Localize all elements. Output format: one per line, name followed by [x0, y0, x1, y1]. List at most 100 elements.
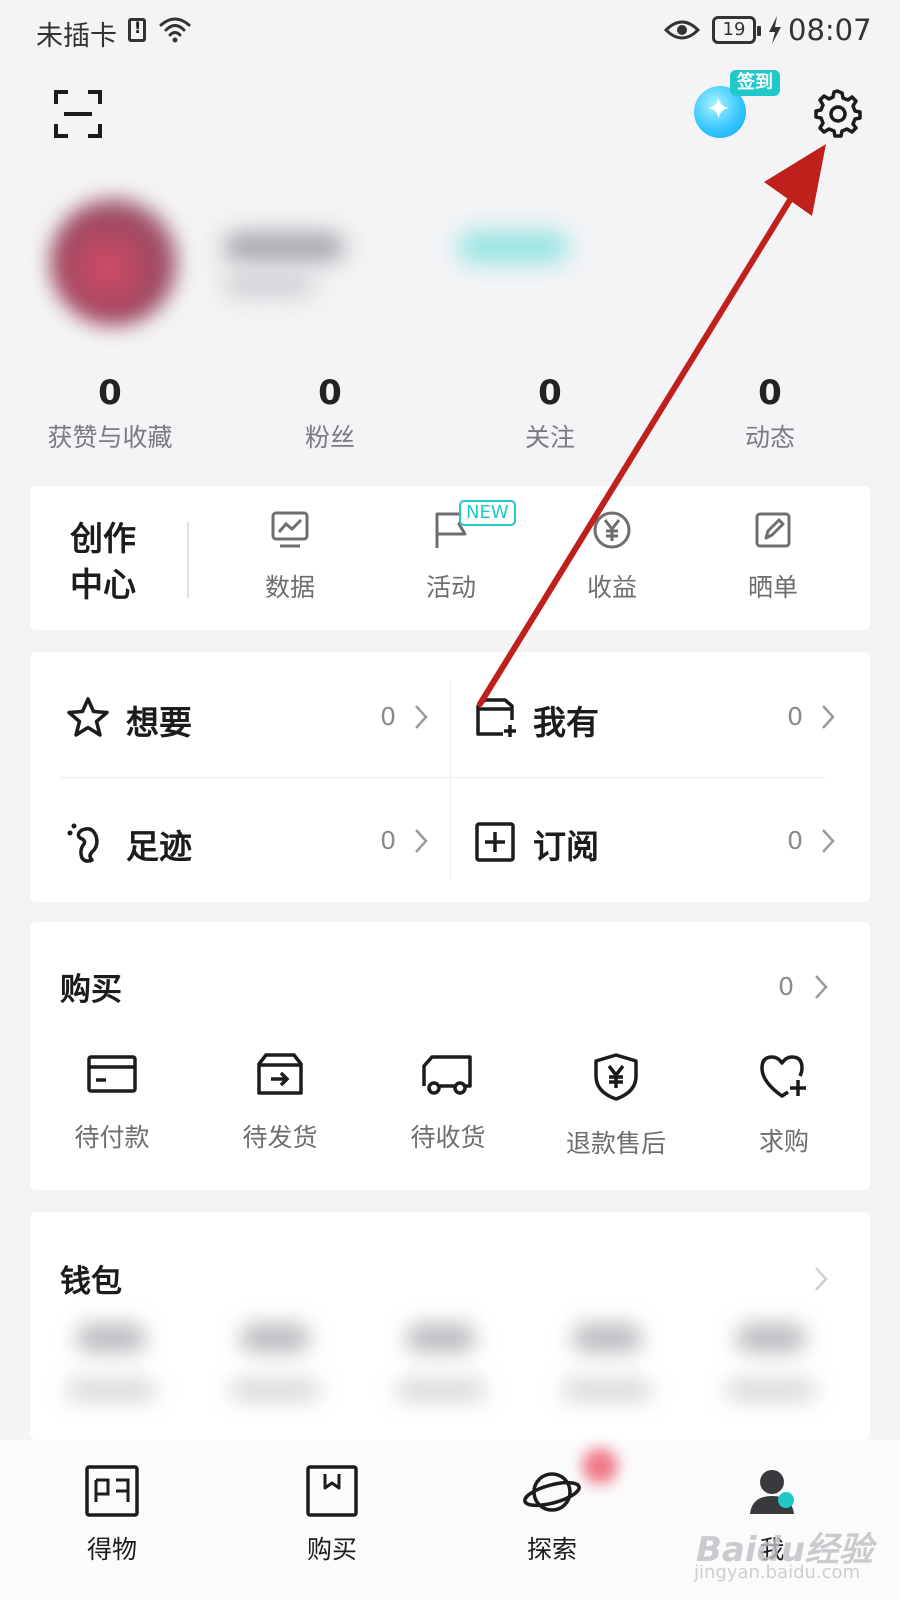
tab-label: 得物: [86, 1535, 137, 1564]
status-bar: 未插卡 19 08:07: [0, 0, 900, 62]
stat-value: 0: [98, 373, 122, 413]
tab-explore[interactable]: 探索: [482, 1464, 622, 1566]
stat-likes[interactable]: 0 获赞与收藏: [10, 372, 210, 454]
blurred-wallet-label: [726, 1380, 816, 1400]
battery-indicator: 19: [712, 16, 761, 44]
tool-label: 收益: [586, 573, 637, 602]
chevron-right-icon[interactable]: [814, 974, 828, 1000]
plus-square-icon: [475, 822, 515, 862]
collection-count: 0: [787, 702, 803, 731]
charging-bolt-icon: [769, 16, 781, 44]
blurred-wallet-value: [572, 1324, 642, 1352]
chevron-right-icon: [415, 705, 428, 729]
order-want-to-buy[interactable]: 求购: [709, 1052, 859, 1158]
collection-want[interactable]: 想要 0: [66, 686, 446, 746]
collection-footprint[interactable]: 足迹 0: [66, 810, 446, 870]
wallet-card: 钱包: [30, 1212, 870, 1440]
blurred-wallet-label: [66, 1380, 156, 1400]
edit-note-icon: [755, 512, 791, 548]
blurred-wallet-label: [396, 1380, 486, 1400]
wifi-icon: [159, 17, 191, 43]
dewu-logo-icon: [85, 1465, 139, 1517]
box-add-icon: [476, 698, 516, 737]
order-pending-shipment[interactable]: 待发货: [205, 1052, 355, 1154]
purchase-count: 0: [778, 972, 794, 1001]
order-pending-receipt[interactable]: 待收货: [373, 1052, 523, 1154]
collection-count: 0: [380, 702, 396, 731]
divider: [187, 522, 189, 598]
blurred-wallet-label: [562, 1380, 652, 1400]
tool-share-order[interactable]: 晒单: [713, 510, 833, 604]
tool-label: 晒单: [747, 573, 798, 602]
clock-time: 08:07: [788, 13, 872, 47]
chart-monitor-icon: [271, 511, 309, 548]
watermark-url: jingyan.baidu.com: [694, 1562, 861, 1583]
collection-count: 0: [380, 826, 396, 855]
profile-stats: 0 获赞与收藏 0 粉丝 0 关注 0 动态: [0, 372, 900, 462]
order-pending-payment[interactable]: 待付款: [37, 1052, 187, 1154]
blurred-wallet-value: [406, 1324, 476, 1352]
purchase-title[interactable]: 购买: [60, 964, 122, 1009]
stat-value: 0: [758, 373, 782, 413]
stat-posts[interactable]: 0 动态: [670, 372, 870, 454]
order-label: 待付款: [74, 1123, 150, 1152]
settings-gear-icon[interactable]: [812, 88, 862, 138]
order-label: 退款售后: [565, 1129, 666, 1158]
carrier-text: 未插卡: [36, 21, 117, 52]
yen-coin-icon: [593, 511, 631, 549]
divider: [60, 777, 825, 778]
footprint-icon: [67, 823, 99, 863]
tab-label: 探索: [526, 1535, 577, 1564]
signin-badge[interactable]: 签到: [730, 70, 780, 96]
order-label: 待发货: [242, 1123, 318, 1152]
collection-label: 我有: [533, 703, 599, 742]
tool-label: 活动: [425, 573, 476, 602]
order-label: 待收货: [410, 1123, 486, 1152]
chevron-right-icon: [822, 705, 835, 729]
collection-subscribe[interactable]: 订阅 0: [473, 810, 853, 870]
star-icon: [67, 697, 109, 737]
stat-fans[interactable]: 0 粉丝: [230, 372, 430, 454]
collection-label: 订阅: [533, 827, 599, 866]
blurred-wallet-value: [736, 1324, 806, 1352]
sim-alert-icon: [128, 18, 146, 42]
collection-label: 足迹: [126, 827, 192, 866]
card-icon: [87, 1055, 137, 1093]
blurred-username: [224, 234, 344, 260]
collection-count: 0: [787, 826, 803, 855]
planet-icon: [523, 1472, 581, 1512]
creator-center-title[interactable]: 创作中心: [70, 516, 150, 608]
blurred-wallet-value: [240, 1324, 310, 1352]
blurred-wallet-value: [76, 1324, 146, 1352]
tool-label: 数据: [264, 573, 315, 602]
chevron-right-icon: [822, 829, 835, 853]
top-bar: 签到: [0, 62, 900, 172]
wallet-title[interactable]: 钱包: [60, 1256, 122, 1301]
scan-icon[interactable]: [54, 90, 102, 138]
eye-icon: [664, 20, 700, 40]
profile-header[interactable]: [0, 172, 900, 372]
collection-own[interactable]: 我有 0: [473, 686, 853, 746]
stat-label: 粉丝: [304, 423, 355, 452]
avatar[interactable]: [50, 198, 178, 326]
box-out-icon: [257, 1053, 303, 1095]
stat-value: 0: [538, 373, 562, 413]
tool-earnings[interactable]: 收益: [552, 510, 672, 604]
stat-label: 关注: [524, 423, 575, 452]
profile-icon: [750, 1470, 794, 1514]
stat-label: 动态: [744, 423, 795, 452]
heart-plus-icon: [760, 1055, 806, 1098]
stat-following[interactable]: 0 关注: [450, 372, 650, 454]
blurred-level-tag: [458, 232, 568, 262]
blurred-wallet-label: [230, 1380, 320, 1400]
collection-label: 想要: [126, 703, 192, 742]
tool-data[interactable]: 数据: [230, 510, 350, 604]
blurred-user-id: [224, 276, 314, 294]
stat-value: 0: [318, 373, 342, 413]
order-refund-after-sale[interactable]: 退款售后: [541, 1052, 691, 1160]
stat-label: 获赞与收藏: [47, 423, 173, 452]
tab-buy[interactable]: 购买: [262, 1464, 402, 1566]
chevron-right-icon[interactable]: [814, 1266, 828, 1292]
tool-activity[interactable]: NEW 活动: [391, 500, 516, 604]
tab-dewu[interactable]: 得物: [42, 1464, 182, 1566]
